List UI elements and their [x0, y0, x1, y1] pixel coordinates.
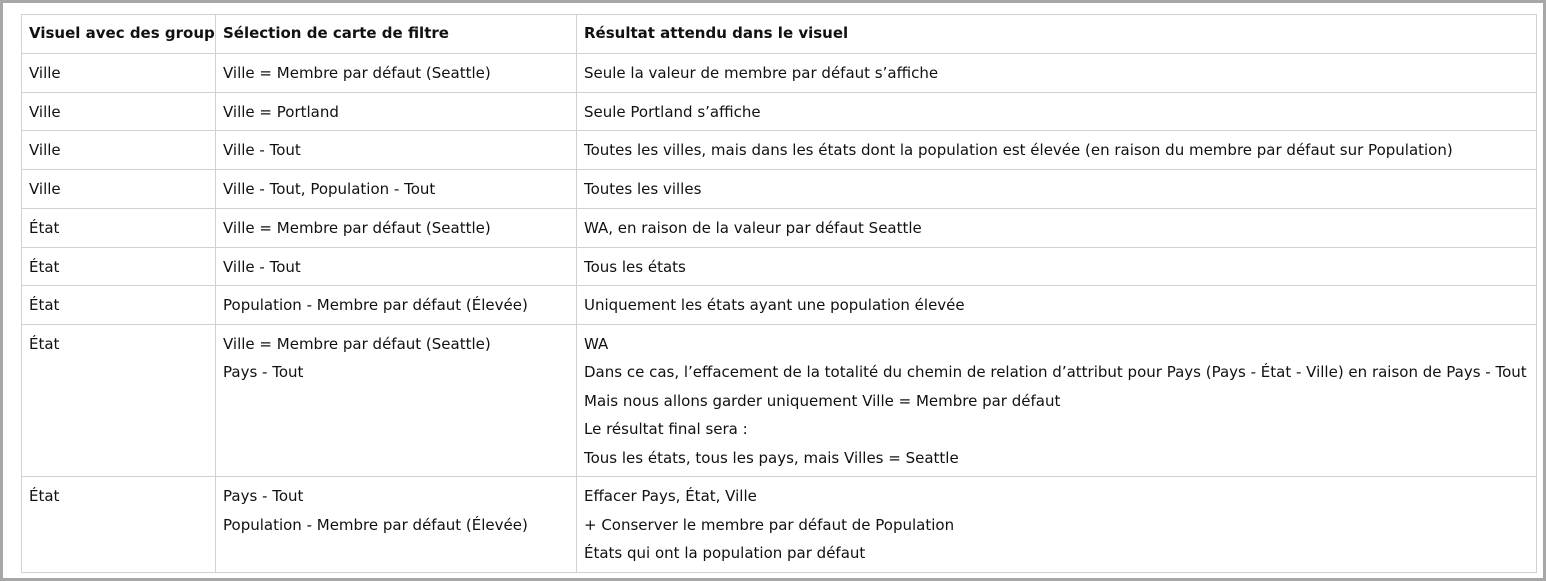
filter-behavior-table: Visuel avec des groupes Sélection de car… [21, 14, 1537, 573]
cell-result-line: Le résultat final sera : [584, 420, 748, 438]
cell-result-line: Dans ce cas, l’effacement de la totalité… [584, 363, 1527, 381]
cell-result-line: Seule la valeur de membre par défaut s’a… [584, 64, 939, 82]
cell-filter-line: Ville - Tout, Population - Tout [223, 180, 436, 198]
table-row: Ville Ville = Membre par défaut (Seattle… [21, 53, 1537, 93]
cell-result-line: Tous les états, tous les pays, mais Vill… [584, 448, 959, 467]
table-row: État Ville = Membre par défaut (Seattle)… [21, 207, 1537, 248]
cell-visual: État [21, 476, 216, 573]
header-expected-result: Résultat attendu dans le visuel [576, 14, 1537, 54]
table-row: État Ville - Tout Tous les états [21, 246, 1537, 286]
header-row: Visuel avec des groupes Sélection de car… [21, 14, 1537, 54]
cell-filter: Ville - Tout [215, 130, 577, 170]
cell-filter-line: Ville = Membre par défaut (Seattle) [223, 218, 491, 237]
cell-result-line: Tous les états [584, 257, 686, 276]
cell-result: WA Dans ce cas, l’effacement de la total… [576, 323, 1537, 477]
cell-filter: Ville - Tout, Population - Tout [215, 169, 577, 209]
cell-result-line: WA, en raison de la valeur par défaut Se… [584, 218, 922, 237]
header-visual: Visuel avec des groupes [21, 14, 216, 54]
cell-visual: État [21, 207, 216, 248]
document-frame: Visuel avec des groupes Sélection de car… [0, 0, 1546, 581]
cell-filter-line: Ville = Membre par défaut (Seattle) [223, 64, 491, 82]
cell-filter-line: Population - Membre par défaut (Élevée) [223, 296, 528, 314]
cell-filter-line: Pays - Tout [223, 363, 304, 381]
table-row: Ville Ville - Tout, Population - Tout To… [21, 169, 1537, 209]
cell-result: Toutes les villes, mais dans les états d… [576, 130, 1537, 170]
cell-result-line: Seule Portland s’affiche [584, 102, 761, 121]
cell-visual: Ville [21, 91, 216, 131]
cell-filter: Ville = Portland [215, 91, 577, 131]
cell-result-line: WA [584, 334, 609, 353]
cell-result: Seule Portland s’affiche [576, 91, 1537, 131]
cell-visual: Ville [21, 169, 216, 209]
cell-result: WA, en raison de la valeur par défaut Se… [576, 207, 1537, 248]
cell-result: Seule la valeur de membre par défaut s’a… [576, 53, 1537, 93]
cell-visual: Ville [21, 53, 216, 93]
cell-visual: État [21, 285, 216, 325]
header-filter-selection: Sélection de carte de filtre [215, 14, 577, 54]
cell-filter: Ville = Membre par défaut (Seattle) Pays… [215, 323, 577, 477]
cell-filter: Ville = Membre par défaut (Seattle) [215, 207, 577, 248]
cell-filter-line: Ville - Tout [223, 141, 301, 159]
cell-result-line: Mais nous allons garder uniquement Ville… [584, 391, 1061, 410]
cell-result-line: + Conserver le membre par défaut de Popu… [584, 515, 955, 534]
cell-filter: Ville - Tout [215, 246, 577, 286]
cell-result: Uniquement les états ayant une populatio… [576, 285, 1537, 325]
cell-visual: État [21, 323, 216, 477]
cell-visual: État [21, 246, 216, 286]
cell-result: Toutes les villes [576, 169, 1537, 209]
cell-filter: Ville = Membre par défaut (Seattle) [215, 53, 577, 93]
cell-filter-line: Pays - Tout [223, 487, 304, 505]
table-row: Ville Ville - Tout Toutes les villes, ma… [21, 130, 1537, 170]
cell-filter: Population - Membre par défaut (Élevée) [215, 285, 577, 325]
cell-visual: Ville [21, 130, 216, 170]
cell-result-line: Toutes les villes, mais dans les états d… [584, 141, 1453, 159]
cell-result-line: Effacer Pays, État, Ville [584, 487, 757, 505]
cell-result-line: États qui ont la population par défaut [584, 544, 866, 562]
cell-result: Effacer Pays, État, Ville + Conserver le… [576, 476, 1537, 573]
cell-filter: Pays - Tout Population - Membre par défa… [215, 476, 577, 573]
table-row: État Population - Membre par défaut (Éle… [21, 285, 1537, 325]
table-row: État Ville = Membre par défaut (Seattle)… [21, 323, 1537, 477]
table-row: Ville Ville = Portland Seule Portland s’… [21, 91, 1537, 131]
cell-filter-line: Ville = Membre par défaut (Seattle) [223, 334, 491, 353]
cell-filter-line: Ville - Tout [223, 257, 301, 276]
table-row: État Pays - Tout Population - Membre par… [21, 476, 1537, 573]
cell-filter-line: Ville = Portland [223, 102, 339, 121]
cell-filter-line: Population - Membre par défaut (Élevée) [223, 515, 528, 534]
cell-result-line: Uniquement les états ayant une populatio… [584, 296, 965, 314]
cell-result: Tous les états [576, 246, 1537, 286]
cell-result-line: Toutes les villes [584, 180, 702, 198]
